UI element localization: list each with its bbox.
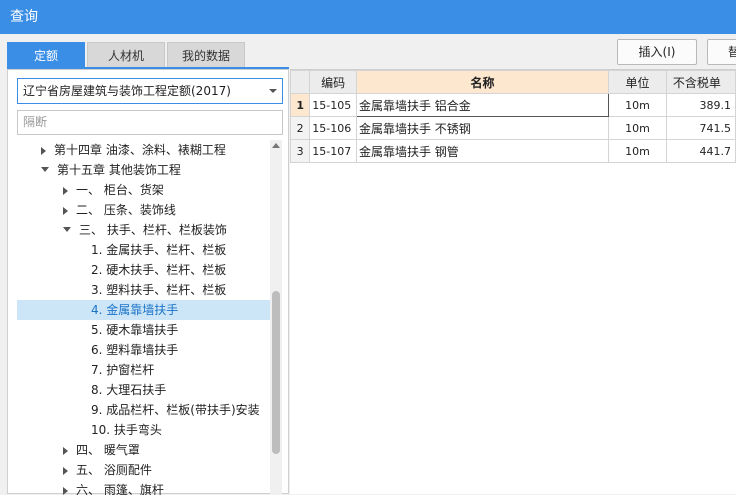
tree-node[interactable]: 一、 柜台、货架: [17, 180, 270, 200]
tree-node[interactable]: 二、 压条、装饰线: [17, 200, 270, 220]
tree-node[interactable]: 10. 扶手弯头: [17, 420, 270, 440]
tree-node-label: 六、 雨篷、旗杆: [76, 483, 164, 495]
replace-button[interactable]: 替: [707, 39, 736, 65]
tree-node-label: 10. 扶手弯头: [91, 423, 162, 437]
tree-node[interactable]: 3. 塑料扶手、栏杆、栏板: [17, 280, 270, 300]
tree-node[interactable]: 1. 金属扶手、栏杆、栏板: [17, 240, 270, 260]
tree-node-label: 6. 塑料靠墙扶手: [91, 343, 179, 357]
tree-node-label: 三、 扶手、栏杆、栏板装饰: [79, 223, 227, 237]
tree-node[interactable]: 5. 硬木靠墙扶手: [17, 320, 270, 340]
row-price[interactable]: 389.1: [665, 93, 736, 117]
expanded-triangle-icon[interactable]: [41, 167, 49, 172]
tree-node-label: 5. 硬木靠墙扶手: [91, 323, 179, 337]
row-name[interactable]: 金属靠墙扶手 铝合金: [355, 93, 610, 117]
collapsed-triangle-icon[interactable]: [63, 466, 68, 475]
tree-node-label: 9. 成品栏杆、栏板(带扶手)安装: [91, 403, 260, 417]
table-row[interactable]: 3 15-107 金属靠墙扶手 钢管 10m 441.7: [289, 139, 736, 163]
search-input[interactable]: 隔断: [17, 110, 283, 135]
tree-node-label: 一、 柜台、货架: [76, 183, 164, 197]
tab-my-data[interactable]: 我的数据: [167, 42, 245, 68]
tree-node[interactable]: 6. 塑料靠墙扶手: [17, 340, 270, 360]
tree-node[interactable]: 4. 金属靠墙扶手: [17, 300, 270, 320]
tree-node[interactable]: 2. 硬木扶手、栏杆、栏板: [17, 260, 270, 280]
collapsed-triangle-icon[interactable]: [63, 206, 68, 215]
scrollbar-thumb[interactable]: [272, 291, 280, 454]
tree-node[interactable]: 五、 浴厕配件: [17, 460, 270, 480]
column-header-price[interactable]: 不含税单: [665, 70, 736, 94]
row-unit[interactable]: 10m: [608, 116, 667, 140]
row-code[interactable]: 15-107: [309, 139, 357, 163]
insert-button[interactable]: 插入(I): [617, 39, 697, 65]
results-panel: 编码 名称 单位 不含税单 1 15-105 金属靠墙扶手 铝合金 10m 38…: [289, 69, 736, 494]
table-header-row: 编码 名称 单位 不含税单: [289, 70, 736, 94]
tree-node[interactable]: 7. 护窗栏杆: [17, 360, 270, 380]
row-unit[interactable]: 10m: [608, 139, 667, 163]
column-header-code[interactable]: 编码: [309, 70, 357, 94]
tab-bar: 定额 人材机 我的数据: [7, 42, 245, 68]
tree-node-label: 8. 大理石扶手: [91, 383, 167, 397]
chapter-tree: 第十四章 油漆、涂料、裱糊工程 第十五章 其他装饰工程 一、 柜台、货架 二、 压条、…: [17, 140, 270, 495]
row-name[interactable]: 金属靠墙扶手 不锈钢: [355, 116, 610, 140]
column-header-name[interactable]: 名称: [355, 70, 610, 94]
tree-node[interactable]: 六、 雨篷、旗杆: [17, 480, 270, 495]
tree-node-label: 2. 硬木扶手、栏杆、栏板: [91, 263, 227, 277]
tree-node-label: 3. 塑料扶手、栏杆、栏板: [91, 283, 227, 297]
row-name[interactable]: 金属靠墙扶手 钢管: [355, 139, 610, 163]
tree-node[interactable]: 第十五章 其他装饰工程: [17, 160, 270, 180]
tree-node-label: 7. 护窗栏杆: [91, 363, 155, 377]
row-price[interactable]: 741.5: [665, 116, 736, 140]
tab-labor-material-machine[interactable]: 人材机: [87, 42, 165, 68]
row-number: 2: [289, 116, 311, 140]
row-unit[interactable]: 10m: [608, 93, 667, 117]
tree-node-label: 五、 浴厕配件: [76, 463, 152, 477]
tree-node-label: 4. 金属靠墙扶手: [91, 303, 179, 317]
tree-node-label: 1. 金属扶手、栏杆、栏板: [91, 243, 227, 257]
tree-node[interactable]: 第十四章 油漆、涂料、裱糊工程: [17, 140, 270, 160]
tree-node[interactable]: 四、 暖气罩: [17, 440, 270, 460]
tree-scrollbar[interactable]: [270, 140, 282, 495]
row-code[interactable]: 15-105: [309, 93, 357, 117]
collapsed-triangle-icon[interactable]: [41, 146, 46, 155]
table-row[interactable]: 2 15-106 金属靠墙扶手 不锈钢 10m 741.5: [289, 116, 736, 140]
library-select[interactable]: 辽宁省房屋建筑与装饰工程定额(2017): [17, 78, 283, 104]
tab-quota[interactable]: 定额: [7, 42, 85, 68]
tree-node-label: 第十五章 其他装饰工程: [57, 163, 181, 177]
results-table: 编码 名称 单位 不含税单 1 15-105 金属靠墙扶手 铝合金 10m 38…: [289, 70, 736, 163]
table-row[interactable]: 1 15-105 金属靠墙扶手 铝合金 10m 389.1: [289, 93, 736, 117]
column-header-rownum: [289, 70, 311, 94]
library-select-value: 辽宁省房屋建筑与装饰工程定额(2017): [23, 84, 231, 98]
collapsed-triangle-icon[interactable]: [63, 186, 68, 195]
collapsed-triangle-icon[interactable]: [63, 446, 68, 455]
scroll-up-arrow-icon[interactable]: [272, 143, 280, 148]
tree-node-label: 二、 压条、装饰线: [76, 203, 176, 217]
tree-node[interactable]: 三、 扶手、栏杆、栏板装饰: [17, 220, 270, 240]
row-price[interactable]: 441.7: [665, 139, 736, 163]
chevron-down-icon: [269, 89, 277, 93]
row-code[interactable]: 15-106: [309, 116, 357, 140]
column-header-unit[interactable]: 单位: [608, 70, 667, 94]
window-title: 查询: [0, 0, 736, 34]
collapsed-triangle-icon[interactable]: [63, 486, 68, 495]
left-panel: 辽宁省房屋建筑与装饰工程定额(2017) 隔断 第十四章 油漆、涂料、裱糊工程第…: [7, 69, 289, 495]
row-number: 3: [289, 139, 311, 163]
tree-node[interactable]: 8. 大理石扶手: [17, 380, 270, 400]
tree-node[interactable]: 9. 成品栏杆、栏板(带扶手)安装: [17, 400, 270, 420]
tree-node-label: 四、 暖气罩: [76, 443, 140, 457]
tree-node-label: 第十四章 油漆、涂料、裱糊工程: [54, 143, 226, 157]
row-number: 1: [289, 93, 311, 117]
expanded-triangle-icon[interactable]: [63, 227, 71, 232]
